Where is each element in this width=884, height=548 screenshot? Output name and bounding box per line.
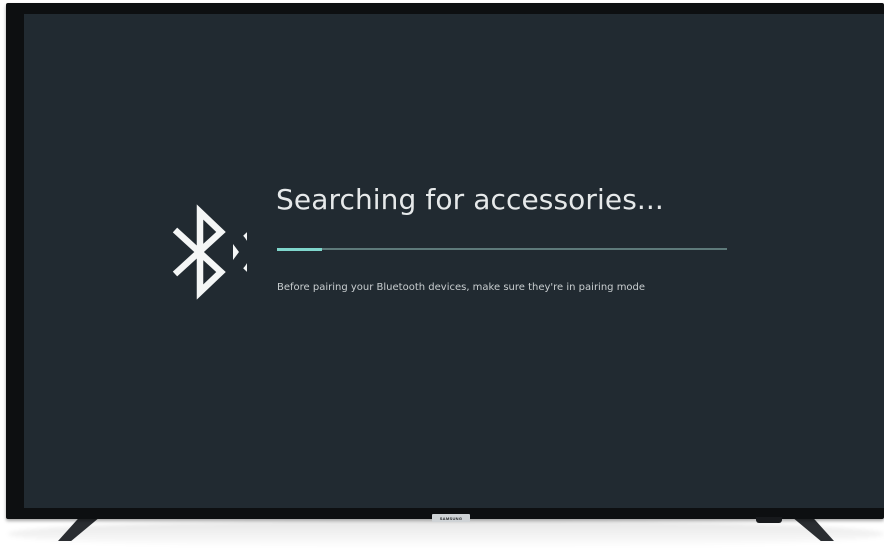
progress-bar-fill bbox=[277, 247, 322, 251]
brand-logo-text: SAMSUNG bbox=[439, 515, 463, 521]
bluetooth-searching-icon bbox=[172, 204, 247, 300]
pairing-instructions: Before pairing your Bluetooth devices, m… bbox=[277, 282, 646, 293]
stand-shadow bbox=[8, 520, 884, 548]
tv-frame bbox=[6, 3, 884, 519]
page-title: Searching for accessories... bbox=[276, 183, 664, 216]
ir-sensor bbox=[756, 517, 782, 523]
tv-scene: SAMSUNG Searching for accessories... Bef… bbox=[0, 0, 884, 548]
brand-logo: SAMSUNG bbox=[432, 514, 470, 522]
progress-bar bbox=[277, 247, 727, 251]
